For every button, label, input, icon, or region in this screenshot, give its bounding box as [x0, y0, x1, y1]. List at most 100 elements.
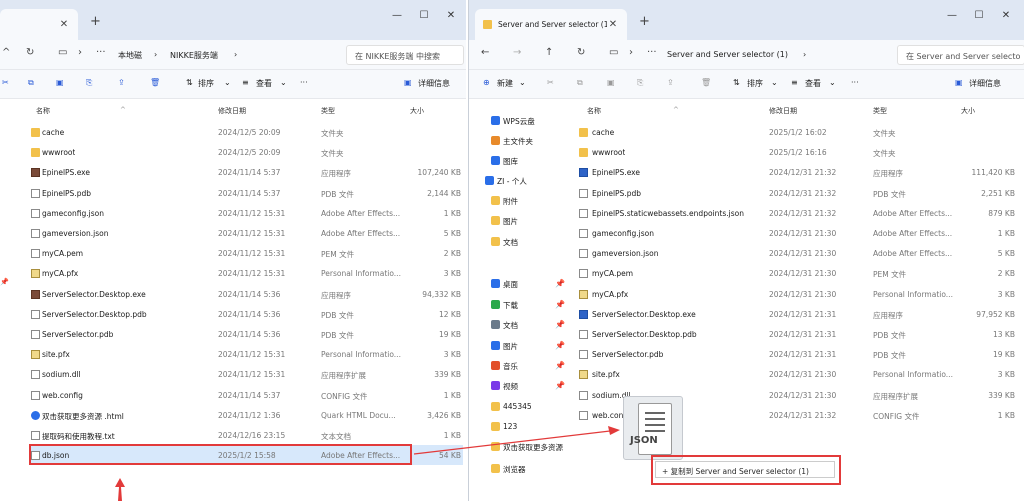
refresh-icon[interactable]: ↻	[26, 47, 34, 58]
sidebar-item[interactable]: 主文件夹	[469, 130, 569, 150]
column-type[interactable]: 类型	[321, 106, 335, 116]
file-row[interactable]: cache 2025/1/2 16:02 文件夹	[575, 122, 1023, 142]
sort-button[interactable]: 排序	[747, 78, 763, 89]
details-button[interactable]: 详细信息	[969, 78, 1001, 89]
pin-icon[interactable]: 📌	[555, 320, 565, 329]
chevron-down-icon[interactable]: ⌄	[829, 78, 836, 87]
new-tab-icon[interactable]: +	[639, 14, 650, 29]
view-button[interactable]: 查看	[256, 78, 272, 89]
details-icon[interactable]: ▣	[955, 78, 963, 87]
file-row[interactable]: ServerSelector.Desktop.pdb 2024/12/31 21:…	[575, 324, 1023, 344]
sort-icon[interactable]: ⇅	[733, 78, 740, 87]
file-row[interactable]: myCA.pfx 2024/11/12 15:31 Personal Informa…	[29, 263, 463, 283]
file-row[interactable]: site.pfx 2024/12/31 21:30 Personal Informa…	[575, 364, 1023, 384]
sidebar-item[interactable]: 图片	[469, 210, 569, 230]
sidebar-item[interactable]: 音乐 📌	[469, 355, 569, 375]
column-type[interactable]: 类型	[873, 106, 887, 116]
sidebar-item[interactable]: 视频 📌	[469, 375, 569, 395]
file-row[interactable]: 双击获取更多资源 .html 2024/11/12 1:36 Quark HTML …	[29, 405, 463, 425]
more-button[interactable]: ···	[300, 78, 308, 87]
file-row[interactable]: wwwroot 2024/12/5 20:09 文件夹	[29, 142, 463, 162]
chevron-down-icon[interactable]: ⌄	[771, 78, 778, 87]
sidebar-item[interactable]: 桌面 📌	[469, 273, 569, 293]
monitor-icon[interactable]: ▭	[609, 47, 618, 58]
file-row[interactable]: gameconfig.json 2024/12/31 21:30 Adobe Aft…	[575, 223, 1023, 243]
file-row[interactable]: EpinelPS.staticwebassets.endpoints.json 2…	[575, 203, 1023, 223]
paste-icon[interactable]: ▣	[607, 78, 615, 87]
file-row[interactable]: myCA.pfx 2024/12/31 21:30 Personal Informa…	[575, 284, 1023, 304]
column-size[interactable]: 大小	[961, 106, 975, 116]
refresh-icon[interactable]: ↻	[577, 47, 585, 58]
new-tab-icon[interactable]: +	[90, 14, 101, 29]
paste-icon[interactable]: ▣	[56, 78, 64, 87]
sidebar-item[interactable]: 文档	[469, 231, 569, 251]
sidebar-item[interactable]: 图片 📌	[469, 335, 569, 355]
details-button[interactable]: 详细信息	[418, 78, 450, 89]
minimize-icon[interactable]: —	[384, 10, 410, 21]
delete-icon[interactable]: 🗑	[150, 78, 160, 87]
file-row[interactable]: ServerSelector.pdb 2024/12/31 21:31 PDB 文件…	[575, 344, 1023, 364]
search-input[interactable]: 在 Server and Server selecto	[897, 45, 1024, 65]
view-icon[interactable]: ≡	[791, 78, 798, 87]
file-row[interactable]: site.pfx 2024/11/12 15:31 Personal Informa…	[29, 344, 463, 364]
file-row[interactable]: myCA.pem 2024/11/12 15:31 PEM 文件 2 KB	[29, 243, 463, 263]
up-icon[interactable]: ↑	[545, 47, 553, 58]
breadcrumb-item[interactable]: NIKKE服务端	[170, 50, 218, 61]
close-window-icon[interactable]: ✕	[993, 10, 1019, 21]
file-row[interactable]: gameversion.json 2024/12/31 21:30 Adobe Af…	[575, 243, 1023, 263]
view-button[interactable]: 查看	[805, 78, 821, 89]
search-input[interactable]: 在 NIKKE服务端 中搜索	[346, 45, 464, 65]
maximize-icon[interactable]: ☐	[966, 10, 992, 21]
details-icon[interactable]: ▣	[404, 78, 412, 87]
sidebar-item[interactable]: 图库	[469, 150, 569, 170]
chevron-down-icon[interactable]: ⌄	[280, 78, 287, 87]
right-tab[interactable]: Server and Server selector (1) ✕	[475, 9, 627, 40]
column-date[interactable]: 修改日期	[769, 106, 797, 116]
sort-icon[interactable]: ⇅	[186, 78, 193, 87]
file-row[interactable]: cache 2024/12/5 20:09 文件夹	[29, 122, 463, 142]
maximize-icon[interactable]: ☐	[411, 10, 437, 21]
copy-icon[interactable]: ⧉	[577, 78, 583, 88]
file-row[interactable]: ServerSelector.Desktop.exe 2024/12/31 21:…	[575, 304, 1023, 324]
breadcrumb-item[interactable]: Server and Server selector (1)	[667, 50, 788, 59]
sidebar-item[interactable]: 445345	[469, 396, 569, 416]
chevron-down-icon[interactable]: ⌄	[224, 78, 231, 87]
more-icon[interactable]: ···	[647, 47, 657, 58]
pin-icon[interactable]: 📌	[555, 300, 565, 309]
column-name[interactable]: 名称	[36, 106, 50, 116]
new-icon[interactable]: ⊕	[483, 78, 490, 87]
sidebar-item[interactable]: 文档 📌	[469, 314, 569, 334]
share-icon[interactable]: ⇪	[118, 78, 125, 87]
file-row[interactable]: web.config 2024/11/14 5:37 CONFIG 文件 1 KB	[29, 385, 463, 405]
close-icon[interactable]: ✕	[58, 19, 70, 30]
copy-icon[interactable]: ⧉	[28, 78, 34, 88]
close-window-icon[interactable]: ✕	[438, 10, 464, 21]
file-row[interactable]: gameversion.json 2024/11/12 15:31 Adobe Af…	[29, 223, 463, 243]
minimize-icon[interactable]: —	[939, 10, 965, 21]
sort-button[interactable]: 排序	[198, 78, 214, 89]
file-row[interactable]: 提取码和使用教程.txt 2024/12/16 23:15 文本文档 1 KB	[29, 425, 463, 445]
file-row[interactable]: ServerSelector.Desktop.pdb 2024/11/14 5:3…	[29, 304, 463, 324]
monitor-icon[interactable]: ▭	[58, 47, 67, 58]
back-icon[interactable]: ←	[481, 47, 489, 58]
rename-icon[interactable]: ⎘	[86, 78, 92, 88]
sidebar-item[interactable]: ZI - 个人	[469, 170, 569, 190]
view-icon[interactable]: ≡	[242, 78, 249, 87]
sidebar-item[interactable]: 附件	[469, 190, 569, 210]
column-date[interactable]: 修改日期	[218, 106, 246, 116]
delete-icon[interactable]: 🗑	[701, 78, 711, 87]
file-row[interactable]: ServerSelector.Desktop.exe 2024/11/14 5:3…	[29, 284, 463, 304]
file-row[interactable]: sodium.dll 2024/11/12 15:31 应用程序扩展 339 KB	[29, 364, 463, 384]
more-button[interactable]: ···	[851, 78, 859, 87]
pin-icon[interactable]: 📌	[555, 361, 565, 370]
file-row[interactable]: EpinelPS.exe 2024/11/14 5:37 应用程序 107,240 K…	[29, 162, 463, 182]
sidebar-item[interactable]: WPS云盘	[469, 110, 569, 130]
breadcrumb-item[interactable]: 本地磁	[118, 50, 142, 61]
forward-icon[interactable]: →	[513, 47, 521, 58]
cut-icon[interactable]: ✂	[2, 78, 9, 87]
sidebar-item[interactable]: 浏览器	[469, 458, 569, 478]
pin-icon[interactable]: 📌	[555, 341, 565, 350]
file-row[interactable]: EpinelPS.pdb 2024/12/31 21:32 PDB 文件 2,251 …	[575, 183, 1023, 203]
chevron-down-icon[interactable]: ⌄	[519, 78, 526, 87]
pin-icon[interactable]: 📌	[555, 381, 565, 390]
